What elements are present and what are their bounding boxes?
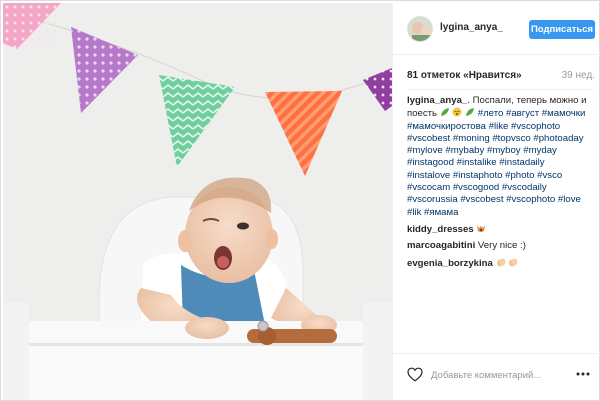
hashtag-line[interactable]: #vscobest #moning #topvsco #photoaday [407, 133, 584, 144]
follow-button[interactable]: Подписаться [529, 20, 595, 39]
avatar-image [408, 17, 432, 41]
caption-text-line: Поспали, теперь можно и [472, 95, 587, 106]
post-author-username[interactable]: lygina_anya_ [440, 22, 503, 33]
comment-text: Very nice :) [477, 240, 526, 252]
more-dots-icon[interactable] [576, 372, 590, 376]
clapping-hands-emoji-icon [496, 258, 506, 267]
comment-username[interactable]: evgenia_borzykina [407, 258, 493, 269]
comments-list: lygina_anya_. Поспали, теперь можно и по… [407, 95, 597, 270]
post-photo[interactable] [3, 3, 392, 400]
avatar[interactable] [407, 16, 433, 42]
caption: lygina_anya_. Поспали, теперь можно и по… [407, 95, 587, 218]
heart-outline-icon[interactable] [407, 367, 423, 382]
hashtag-line[interactable]: #mylove #mybaby #myboy #myday [407, 145, 557, 156]
sleeping-face-emoji-icon [452, 107, 462, 117]
divider [407, 89, 593, 90]
likes-count[interactable]: 81 отметок «Нравится» [407, 70, 522, 81]
hashtag-line[interactable]: #lik #ямама [407, 207, 458, 218]
leaf-emoji-icon [466, 108, 475, 117]
hashtag-line[interactable]: #лето #август #мамочки [478, 108, 586, 119]
hashtag-line[interactable]: #instagood #instalike #instadaily [407, 157, 545, 168]
add-comment-input[interactable] [431, 368, 571, 382]
post-details-panel: lygina_anya_ Подписаться 81 отметок «Нра… [392, 3, 600, 400]
likes-row: 81 отметок «Нравится» 39 нед. [407, 70, 595, 84]
hashtag-line[interactable]: #vscocam #vscogood #vscodaily [407, 182, 547, 193]
caption-username[interactable]: lygina_anya_ [407, 95, 467, 106]
comment: evgenia_borzykina [407, 257, 597, 270]
comment-username[interactable]: marcoagabitini [407, 240, 475, 251]
hashtag-line[interactable]: #vscorussia #vscobest #vscophoto #love [407, 194, 581, 205]
hashtag-line[interactable]: #instalove #instaphoto #photo #vsco [407, 170, 562, 181]
leaf-emoji-icon [440, 108, 449, 117]
comment: marcoagabitini Very nice :) [407, 240, 597, 252]
photo-illustration [3, 3, 392, 400]
post-frame: lygina_anya_ Подписаться 81 отметок «Нра… [0, 0, 600, 401]
comment-username[interactable]: kiddy_dresses [407, 224, 474, 235]
comment-action-bar [393, 353, 600, 400]
caption-text-line: поесть [407, 108, 438, 120]
post-timestamp[interactable]: 39 нед. [562, 70, 595, 81]
fox-emoji-icon [477, 224, 486, 232]
hashtag-line[interactable]: #мамочкиростова #like #vscophoto [407, 121, 560, 132]
post-header: lygina_anya_ Подписаться [393, 3, 600, 55]
comment: kiddy_dresses [407, 223, 597, 236]
clapping-hands-emoji-icon [509, 258, 518, 267]
